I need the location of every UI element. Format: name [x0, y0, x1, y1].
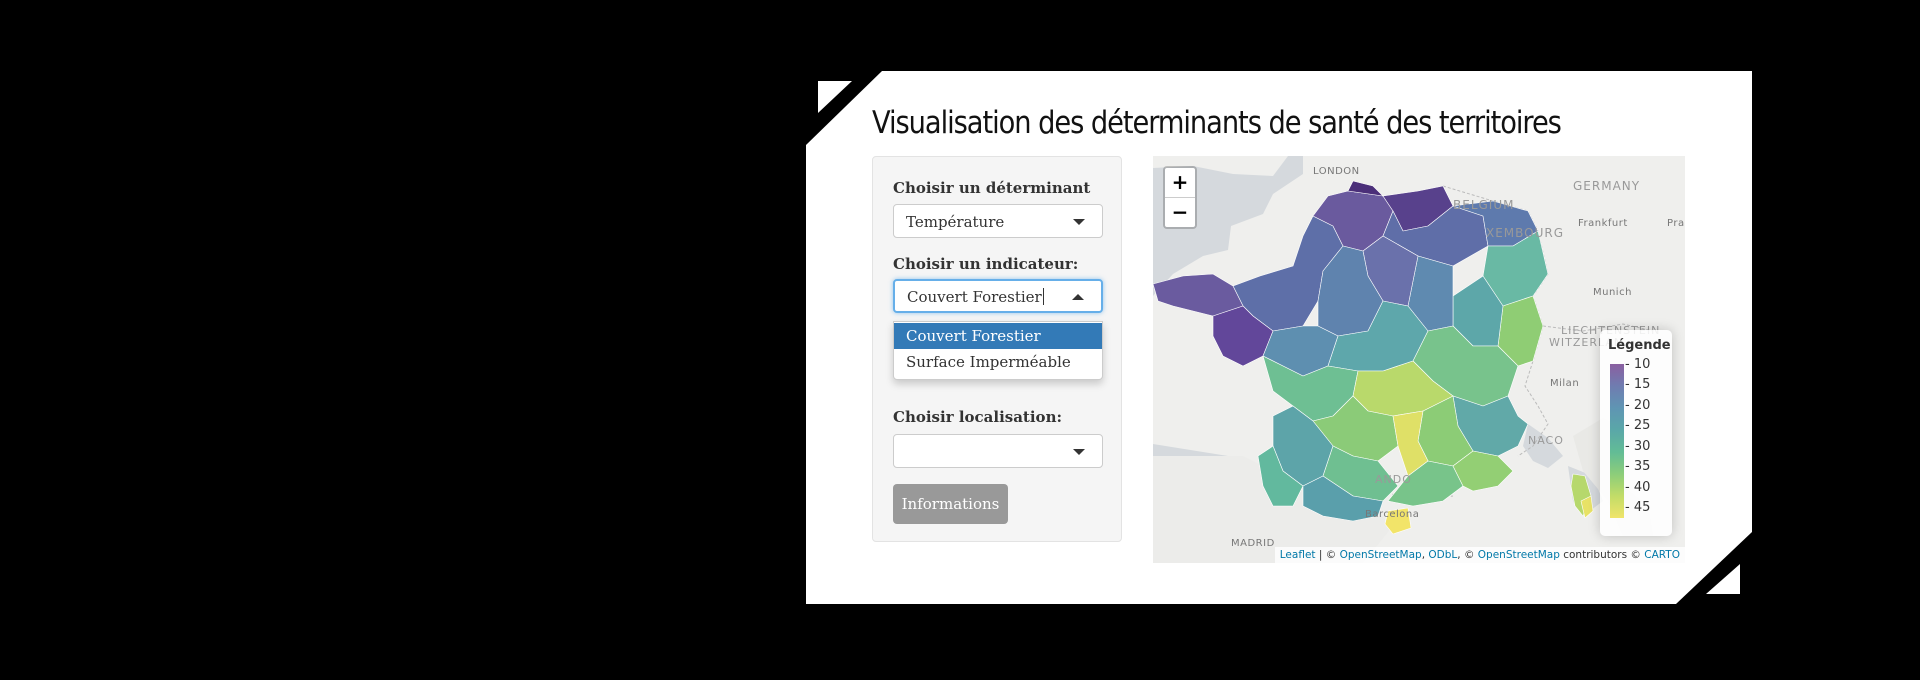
place-label-prague: Prag — [1667, 218, 1685, 229]
attribution-separator: | © — [1315, 549, 1340, 561]
legend-tick-35: - 35 — [1625, 459, 1651, 474]
determinant-value: Température — [906, 213, 1005, 231]
place-label-germany: GERMANY — [1573, 179, 1641, 193]
place-label-andorra: ANDO — [1375, 473, 1412, 486]
text-cursor — [1042, 288, 1044, 305]
legend-tick-10: - 10 — [1625, 357, 1651, 372]
legend-tick-20: - 20 — [1625, 398, 1651, 413]
presentation-slide: Visualisation des déterminants de santé … — [806, 71, 1752, 604]
attribution-separator: , © — [1457, 549, 1478, 561]
map-attribution: Leaflet | © OpenStreetMap, ODbL, © OpenS… — [1274, 547, 1685, 563]
carto-link[interactable]: CARTO — [1644, 549, 1680, 561]
place-label-madrid: MADRID — [1231, 538, 1275, 549]
place-label-munich: Munich — [1593, 287, 1632, 298]
indicateur-dropdown: Couvert Forestier Surface Imperméable — [893, 321, 1103, 380]
legend-tick-30: - 30 — [1625, 439, 1651, 454]
chevron-down-icon — [1073, 449, 1085, 455]
corner-decoration-top-left — [806, 71, 882, 145]
place-label-luxembourg: XEMBOURG — [1486, 226, 1565, 240]
sidebar-panel: Choisir un déterminant Température Chois… — [872, 156, 1122, 542]
place-label-monaco: NACO — [1528, 434, 1564, 447]
legend-title: Légende — [1608, 338, 1671, 353]
openstreetmap-link[interactable]: OpenStreetMap — [1340, 549, 1422, 561]
odbl-link[interactable]: ODbL — [1428, 549, 1457, 561]
openstreetmap-link[interactable]: OpenStreetMap — [1478, 549, 1560, 561]
place-label-milan: Milan — [1550, 378, 1580, 389]
determinant-label: Choisir un déterminant — [893, 179, 1091, 197]
chevron-up-icon — [1072, 294, 1084, 300]
legend-color-bar — [1610, 364, 1624, 518]
legend-tick-40: - 40 — [1625, 480, 1651, 495]
localisation-label: Choisir localisation: — [893, 408, 1063, 426]
place-label-frankfurt: Frankfurt — [1578, 218, 1628, 229]
localisation-select[interactable] — [893, 434, 1103, 468]
map-container[interactable]: LONDON GERMANY BELGIUM XEMBOURG Frankfur… — [1153, 156, 1685, 563]
legend-tick-15: - 15 — [1625, 377, 1651, 392]
map-legend: Légende - 10 - 15 - 20 - 25 - 30 - 35 - … — [1600, 330, 1672, 536]
corner-decoration-bottom-right — [1676, 532, 1752, 604]
indicateur-label: Choisir un indicateur: — [893, 255, 1079, 273]
chevron-down-icon — [1073, 219, 1085, 225]
page-title: Visualisation des déterminants de santé … — [872, 105, 1562, 141]
zoom-in-button[interactable]: + — [1165, 168, 1195, 198]
zoom-out-button[interactable]: − — [1165, 198, 1195, 227]
zoom-control: + − — [1163, 166, 1197, 229]
indicateur-value: Couvert Forestier — [907, 288, 1044, 306]
place-label-london: LONDON — [1313, 166, 1360, 177]
place-label-belgium: BELGIUM — [1453, 198, 1515, 212]
indicateur-select[interactable]: Couvert Forestier — [893, 279, 1103, 313]
dropdown-option-couvert-forestier[interactable]: Couvert Forestier — [894, 323, 1102, 349]
legend-tick-25: - 25 — [1625, 418, 1651, 433]
legend-tick-45: - 45 — [1625, 500, 1651, 515]
attribution-contributors: contributors © — [1559, 549, 1645, 561]
informations-button[interactable]: Informations — [893, 484, 1008, 524]
leaflet-link[interactable]: Leaflet — [1280, 549, 1316, 561]
determinant-select[interactable]: Température — [893, 204, 1103, 238]
dropdown-option-surface-impermeable[interactable]: Surface Imperméable — [894, 349, 1102, 375]
place-label-barcelona: Barcelona — [1365, 509, 1420, 520]
